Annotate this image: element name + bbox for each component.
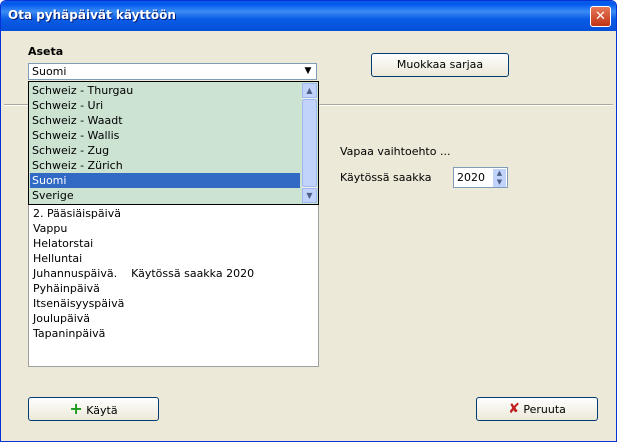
dropdown-item[interactable]: Schweiz - Waadt [30,113,300,128]
dropdown-item[interactable]: Schweiz - Zug [30,143,300,158]
year-spinner[interactable]: 2020 ▲ ▼ [453,167,508,188]
holiday-list-item[interactable]: Helluntai [33,251,82,266]
window-title: Ota pyhäpäivät käyttöön [8,8,176,22]
title-bar[interactable]: Ota pyhäpäivät käyttöön ✕ [1,1,616,31]
holiday-list-item[interactable]: Juhannuspäivä. Käytössä saakka 2020 [33,266,254,281]
holiday-list-item[interactable]: Joulupäivä [33,311,90,326]
spin-up-icon[interactable]: ▲ [493,169,506,178]
kayta-label: Käytä [86,404,118,417]
scroll-down-icon[interactable]: ▼ [302,188,317,203]
holiday-list-item[interactable]: Tapaninpäivä [33,326,105,341]
dialog-window: Ota pyhäpäivät käyttöön ✕ Aseta Suomi ▼ … [0,0,617,442]
year-value: 2020 [457,171,485,184]
muokkaa-sarjaa-button[interactable]: Muokkaa sarjaa [371,53,509,77]
scroll-thumb[interactable] [302,99,317,187]
chevron-down-icon[interactable]: ▼ [301,65,315,78]
aseta-label: Aseta [28,45,64,58]
close-button[interactable]: ✕ [590,6,611,27]
vapaa-vaihtoehto-label: Vapaa vaihtoehto ... [340,145,451,158]
dropdown-item[interactable]: Schweiz - Uri [30,98,300,113]
x-icon: ✘ [508,401,520,417]
holiday-list-item[interactable]: Itsenäisyyspäivä [33,296,124,311]
dropdown-item[interactable]: Schweiz - Zürich [30,158,300,173]
dropdown-item[interactable]: Sverige [30,188,300,203]
muokkaa-sarjaa-label: Muokkaa sarjaa [396,58,484,71]
plus-icon: + [69,399,83,418]
close-icon: ✕ [595,9,606,24]
holiday-list-item[interactable]: Helatorstai [33,236,93,251]
peruuta-label: Peruuta [523,403,566,416]
dropdown-item[interactable]: Schweiz - Thurgau [30,83,300,98]
holiday-list-item[interactable]: Vappu [33,221,67,236]
dropdown-item[interactable]: Schweiz - Wallis [30,128,300,143]
spin-down-icon[interactable]: ▼ [493,178,506,187]
kaytossa-saakka-label: Käytössä saakka [340,171,432,184]
peruuta-button[interactable]: ✘ Peruuta [476,397,598,421]
scroll-up-icon[interactable]: ▲ [302,83,317,98]
kayta-button[interactable]: + Käytä [28,397,159,421]
dropdown-item[interactable]: Suomi [30,173,300,188]
dropdown-scrollbar[interactable]: ▲ ▼ [302,83,317,203]
aseta-combobox[interactable]: Suomi ▼ [28,63,317,80]
aseta-selected-value: Suomi [32,65,67,78]
aseta-dropdown-list[interactable]: Schweiz - Thurgau Schweiz - Uri Schweiz - … [28,81,319,205]
holiday-list-item[interactable]: Pyhäinpäivä [33,281,100,296]
dialog-body: Aseta Suomi ▼ Muokkaa sarjaa 2. Pääsiäis… [4,31,613,438]
holiday-list-item[interactable]: 2. Pääsiäispäivä [33,206,121,221]
holiday-list[interactable]: 2. Pääsiäispäivä Vappu Helatorstai Hellunta… [28,189,319,367]
